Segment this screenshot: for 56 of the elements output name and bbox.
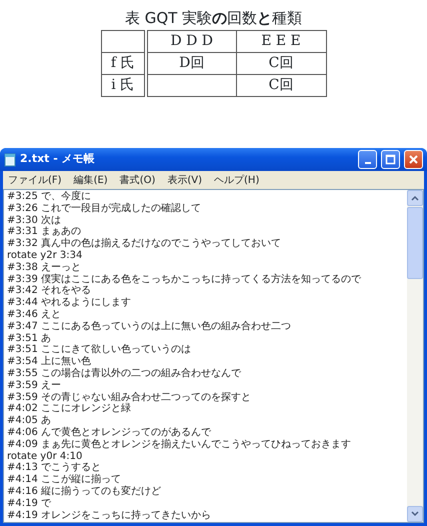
chevron-up-icon (411, 195, 419, 201)
maximize-icon (385, 154, 396, 165)
scrollbar[interactable] (407, 190, 423, 522)
menu-item[interactable]: 表示(V) (167, 172, 202, 188)
close-icon (408, 154, 419, 165)
table-cell: D D D (146, 30, 236, 52)
menu-item[interactable]: 書式(O) (120, 172, 156, 188)
text-line: #3:32 真ん中の色は揃えるだけなのでこうやってしておいて (7, 238, 282, 250)
text-line: #3:51 あ (7, 332, 52, 344)
menu-item[interactable]: ヘルプ(H) (214, 172, 260, 188)
table-cell: i 氏 (101, 74, 146, 96)
text-line: #4:09 まぁ先に黄色とオレンジを揃えたいんでこうやってひねっておきます (7, 438, 352, 451)
text-area[interactable] (3, 189, 424, 523)
minimize-icon (364, 162, 370, 164)
table-cell: C回 (236, 52, 326, 74)
text-line: #3:46 えと (7, 308, 62, 321)
text-line: #3:54 上に無い色 (7, 356, 92, 368)
text-line: #3:38 えーっと (7, 262, 82, 274)
scroll-up-button[interactable] (407, 190, 423, 206)
text-line: #3:59 えー (7, 380, 62, 392)
table-cell: f 氏 (101, 52, 146, 74)
close-button[interactable] (404, 150, 423, 169)
text-line: #4:05 あ (7, 415, 52, 427)
text-line: #4:19 で (7, 498, 52, 510)
text-line: #3:31 まぁあの (7, 226, 82, 238)
window-title: 2.txt - メモ帳 (20, 151, 95, 168)
scroll-down-button[interactable] (407, 506, 423, 522)
table-cell: D回 (146, 52, 236, 74)
text-line: #4:14 ここが縦に揃って (7, 474, 122, 486)
text-line: #3:55 この場合は青以外の二つの組み合わせなんで (7, 368, 242, 380)
menu-item[interactable]: 編集(E) (74, 172, 108, 188)
text-line: #3:47 ここにある色っていうのは上に無い色の組み合わせ二つ (7, 320, 292, 333)
text-line: rotate y2r 3:34 (7, 250, 84, 262)
table-cell: E E E (236, 30, 326, 52)
text-line: #3:30 次は (7, 214, 62, 226)
text-line: #3:26 これで一段目が完成したの確認して (7, 202, 202, 215)
maximize-button[interactable] (381, 150, 400, 169)
text-line: rotate y0r 4:10 (7, 450, 84, 462)
text-line: #3:25 で、今度に (7, 191, 92, 203)
text-line: #4:02 ここにオレンジと緑 (7, 403, 132, 416)
table-cell: C回 (236, 74, 326, 96)
text-line: #3:44 やれるようにします (7, 297, 132, 309)
notepad-icon (4, 152, 16, 166)
text-line: #3:39 僕実はここにある色をこっちかこっちに持ってくる方法を知ってるので (7, 274, 362, 286)
minimize-button[interactable] (358, 150, 377, 169)
chevron-down-icon (411, 511, 419, 517)
text-line: #3:42 それをやる (7, 285, 92, 298)
table-caption: 表 GQT 実験の回数と種類 (124, 8, 304, 28)
menu-item[interactable]: ファイル(F) (8, 172, 62, 188)
text-line: #4:13 でこうすると (7, 462, 102, 474)
text-line: #3:51 ここにきて欲しい色っていうのは (7, 344, 192, 356)
text-line: #4:19 オレンジをこっちに持ってきたいから (7, 510, 212, 522)
scrollbar-thumb[interactable] (407, 207, 423, 279)
text-line: #4:16 縦に揃うってのも変だけど (7, 486, 162, 498)
text-line: #4:06 んで黄色とオレンジってのがあるんで (7, 426, 212, 438)
text-line: #3:59 その青じゃない組み合わせ二つってのを探すと (7, 392, 252, 403)
